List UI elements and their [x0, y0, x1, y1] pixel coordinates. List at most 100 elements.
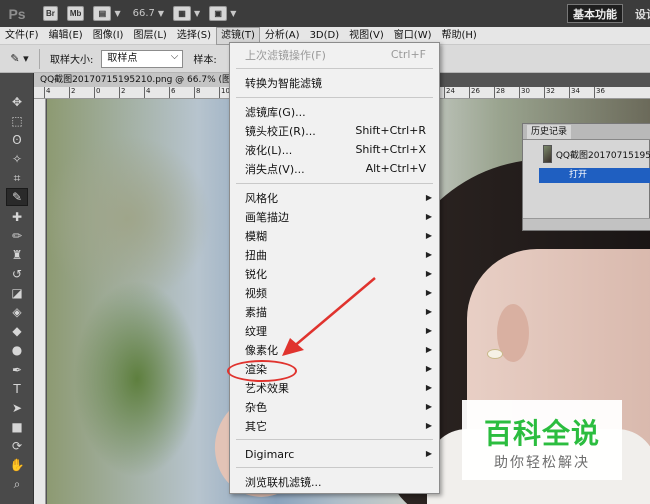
shortcut-label: Shift+Ctrl+X — [355, 143, 426, 156]
sample-label: 样本: — [193, 55, 217, 66]
submenu-arrow-icon: ▶ — [425, 269, 432, 278]
ruler-tick: 8 — [194, 87, 200, 98]
photo-earring — [487, 349, 503, 359]
shortcut-label: Shift+Ctrl+R — [355, 124, 426, 137]
ruler-tick: 32 — [544, 87, 555, 98]
blur-tool-icon[interactable]: ◆ — [6, 322, 28, 340]
chevron-down-icon[interactable]: ▼ — [194, 9, 200, 18]
lasso-tool-icon[interactable]: ʘ — [6, 131, 28, 149]
quick-select-tool-icon[interactable]: ✧ — [6, 150, 28, 168]
menu-separator — [236, 68, 433, 69]
paint-bucket-tool-icon[interactable]: ◈ — [6, 303, 28, 321]
submenu-arrow-icon: ▶ — [425, 421, 432, 430]
menu-separator — [236, 467, 433, 468]
submenu-arrow-icon: ▶ — [425, 212, 432, 221]
clone-stamp-tool-icon[interactable]: ♜ — [6, 246, 28, 264]
menu-item-label: 转换为智能滤镜 — [245, 77, 322, 90]
submenu-arrow-icon: ▶ — [425, 193, 432, 202]
submenu-arrow-icon: ▶ — [425, 250, 432, 259]
menu-item-noise[interactable]: 杂色 ▶ — [231, 398, 438, 416]
ruler-tick: 2 — [119, 87, 125, 98]
submenu-arrow-icon: ▶ — [425, 231, 432, 240]
submenu-arrow-icon: ▶ — [425, 307, 432, 316]
menu-item-label: 纹理 — [245, 325, 267, 338]
mini-bridge-button[interactable]: Mb — [66, 6, 85, 21]
menu-separator — [236, 97, 433, 98]
submenu-arrow-icon: ▶ — [425, 449, 432, 458]
submenu-arrow-icon: ▶ — [425, 345, 432, 354]
move-tool-icon[interactable]: ✥ — [6, 93, 28, 111]
dodge-tool-icon[interactable]: ● — [6, 341, 28, 359]
menu-item-other[interactable]: 其它 ▶ — [231, 417, 438, 435]
document-tab[interactable]: QQ截图20170715195210.png @ 66.7% (图 — [34, 73, 234, 87]
chevron-down-icon[interactable]: ▼ — [158, 9, 164, 18]
snapshot-name: QQ截图20170715195 — [555, 150, 650, 161]
ruler-tick: 28 — [494, 87, 505, 98]
menu-item-label: 模糊 — [245, 230, 267, 243]
menu-item-label: 素描 — [245, 306, 267, 319]
bridge-button[interactable]: Br — [43, 6, 58, 21]
menu-edit[interactable]: 编辑(E) — [44, 27, 88, 45]
workspace-basic-button[interactable]: 基本功能 — [567, 4, 623, 23]
view-extras-icon[interactable]: ▤ — [93, 6, 112, 21]
history-footer — [523, 218, 650, 230]
history-tab[interactable]: 历史记录 — [527, 125, 572, 139]
menu-item-distort[interactable]: 扭曲 ▶ — [231, 246, 438, 264]
menu-separator — [236, 183, 433, 184]
menu-layer[interactable]: 图层(L) — [128, 27, 171, 45]
sample-size-select[interactable]: 取样点 — [101, 49, 184, 68]
menu-item-digimarc[interactable]: Digimarc ▶ — [231, 445, 438, 463]
type-tool-icon[interactable]: T — [6, 380, 28, 398]
menu-image[interactable]: 图像(I) — [88, 27, 129, 45]
vertical-ruler — [34, 99, 46, 504]
path-select-tool-icon[interactable]: ➤ — [6, 399, 28, 417]
screen-mode-icon[interactable]: ▣ — [209, 6, 228, 21]
shortcut-label: Alt+Ctrl+V — [365, 162, 426, 175]
history-brush-tool-icon[interactable]: ↺ — [6, 265, 28, 283]
watermark: 百科全说 助你轻松解决 — [462, 400, 622, 480]
menu-item-stylize[interactable]: 风格化 ▶ — [231, 189, 438, 207]
menu-item-liquify[interactable]: 液化(L)... Shift+Ctrl+X — [231, 141, 438, 159]
crop-tool-icon[interactable]: ⌗ — [6, 169, 28, 187]
history-state-open[interactable]: 打开 — [539, 168, 650, 183]
eraser-tool-icon[interactable]: ◪ — [6, 284, 28, 302]
menu-item-lens-correction[interactable]: 镜头校正(R)... Shift+Ctrl+R — [231, 122, 438, 140]
menu-item-convert-smart-filter[interactable]: 转换为智能滤镜 — [231, 74, 438, 92]
arrange-documents-icon[interactable]: ▦ — [173, 6, 192, 21]
ruler-tick: 24 — [444, 87, 455, 98]
marquee-tool-icon[interactable]: ⬚ — [6, 112, 28, 130]
menu-help[interactable]: 帮助(H) — [437, 27, 482, 45]
eyedropper-tool-icon[interactable]: ✎ — [6, 188, 28, 206]
menu-item-label: 液化(L)... — [245, 144, 293, 157]
shape-tool-icon[interactable]: ■ — [6, 418, 28, 436]
menu-item-label: 消失点(V)... — [245, 163, 305, 176]
eyedropper-tool-preset-icon[interactable]: ✎ ▾ — [0, 48, 40, 69]
3d-rotate-tool-icon[interactable]: ⟳ — [6, 437, 28, 455]
healing-brush-tool-icon[interactable]: ✚ — [6, 208, 28, 226]
zoom-level[interactable]: 66.7 — [133, 8, 155, 19]
menu-file[interactable]: 文件(F) — [0, 27, 44, 45]
ruler-tick: 30 — [519, 87, 530, 98]
chevron-down-icon[interactable]: ▼ — [230, 9, 236, 18]
workspace-design-button[interactable]: 设计 — [631, 4, 650, 23]
app-bar: Ps Br Mb ▤▼ 66.7▼ ▦▼ ▣▼ 基本功能 设计 — [0, 0, 650, 27]
menu-select[interactable]: 选择(S) — [172, 27, 216, 45]
zoom-tool-icon[interactable]: ⌕ — [6, 475, 28, 493]
ruler-tick: 4 — [144, 87, 150, 98]
submenu-arrow-icon: ▶ — [425, 402, 432, 411]
menu-item-label: 镜头校正(R)... — [245, 125, 316, 138]
menu-item-blur[interactable]: 模糊 ▶ — [231, 227, 438, 245]
menu-item-filter-gallery[interactable]: 滤镜库(G)... — [231, 103, 438, 121]
brush-tool-icon[interactable]: ✏ — [6, 227, 28, 245]
menu-item-vanishing-point[interactable]: 消失点(V)... Alt+Ctrl+V — [231, 160, 438, 178]
menu-item-browse-online[interactable]: 浏览联机滤镜... — [231, 473, 438, 491]
menu-item-label: 浏览联机滤镜... — [245, 476, 322, 489]
watermark-title: 百科全说 — [483, 417, 600, 450]
hand-tool-icon[interactable]: ✋ — [6, 456, 28, 474]
menu-item-label: 滤镜库(G)... — [245, 106, 306, 119]
chevron-down-icon[interactable]: ▼ — [114, 9, 120, 18]
menu-item-brush-strokes[interactable]: 画笔描边 ▶ — [231, 208, 438, 226]
pen-tool-icon[interactable]: ✒ — [6, 361, 28, 379]
menu-item-last-filter: 上次滤镜操作(F) Ctrl+F — [231, 46, 438, 64]
history-snapshot[interactable]: QQ截图20170715195 — [523, 142, 650, 166]
